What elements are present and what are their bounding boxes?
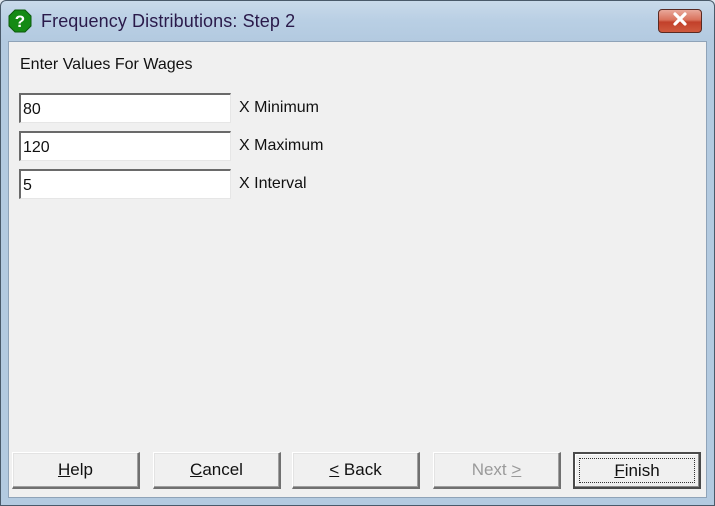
back-button[interactable]: < Back <box>292 452 420 489</box>
cancel-button[interactable]: Cancel <box>153 452 281 489</box>
dialog-window: ? Frequency Distributions: Step 2 Enter … <box>0 0 715 506</box>
finish-button[interactable]: Finish <box>573 452 701 489</box>
next-button-label: Next > <box>471 460 522 479</box>
x-interval-label: X Interval <box>239 175 307 192</box>
group-label: Enter Values For Wages <box>20 56 193 73</box>
dialog-body: Enter Values For Wages X Minimum X Maxim… <box>8 41 707 498</box>
back-button-label: < Back <box>329 460 382 479</box>
help-question-icon: ? <box>8 9 32 33</box>
next-button[interactable]: Next > <box>433 452 561 489</box>
close-button[interactable] <box>658 9 702 33</box>
x-maximum-label: X Maximum <box>239 137 324 154</box>
x-minimum-input[interactable] <box>19 93 231 123</box>
window-title: Frequency Distributions: Step 2 <box>41 11 296 31</box>
help-button[interactable]: Help <box>12 452 140 489</box>
cancel-button-label: Cancel <box>190 460 243 479</box>
help-button-label: Help <box>58 460 93 479</box>
x-interval-input[interactable] <box>19 169 231 199</box>
close-icon <box>671 11 689 31</box>
finish-button-label: Finish <box>614 460 660 480</box>
svg-text:?: ? <box>15 12 25 31</box>
x-minimum-label: X Minimum <box>239 99 320 116</box>
x-maximum-input[interactable] <box>19 131 231 161</box>
title-bar[interactable]: ? Frequency Distributions: Step 2 <box>1 1 714 41</box>
